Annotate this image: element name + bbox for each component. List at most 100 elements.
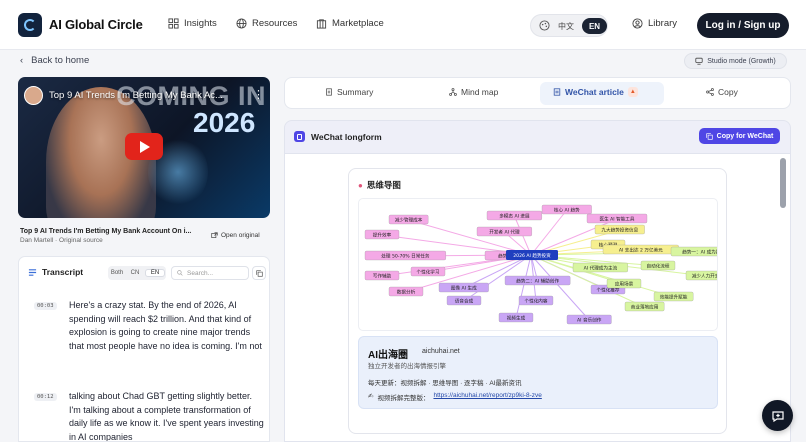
svg-text:核心 AI 趋势: 核心 AI 趋势 [554, 207, 580, 214]
transcript-header: Transcript [28, 267, 83, 277]
brand-name[interactable]: AI Global Circle [49, 17, 143, 32]
pencil-icon: ✍ [368, 393, 374, 400]
mindmap-node: AI 支出达 2 万亿美元 [602, 244, 679, 255]
svg-text:减少管理成本: 减少管理成本 [395, 217, 423, 224]
video-player[interactable]: COMING IN 2026 Top 9 AI Trends I'm Betti… [18, 77, 270, 218]
transcript-panel: Transcript Both CN EN Search... 00:03 He… [18, 256, 270, 442]
share-icon [706, 88, 714, 96]
copy-for-wechat-label: Copy for WeChat [716, 132, 774, 140]
play-button[interactable] [125, 133, 163, 160]
timestamp[interactable]: 00:03 [34, 302, 57, 310]
transcript-copy-button[interactable] [252, 266, 266, 280]
mindmap-node: 写作辅助 [364, 270, 400, 281]
copy-icon [255, 269, 263, 277]
mindmap-image[interactable]: 核心 AI 趋势医生 AI 智能工具 多模态 AI 进展开发者 AI 代理 减少管理… [358, 198, 718, 331]
tab-copy[interactable]: Copy [706, 87, 738, 97]
transcript-title: Transcript [42, 267, 84, 277]
svg-text:AI 代理成为主流: AI 代理成为主流 [584, 265, 618, 272]
svg-text:2026 AI 趋势投资: 2026 AI 趋势投资 [513, 252, 551, 259]
promo-link-row: ✍ 视频拆解完整版： https://aichuhai.net/report/z… [368, 392, 542, 402]
globe-icon [236, 18, 247, 29]
logo-icon[interactable] [18, 13, 42, 37]
thumbnail-year: 2026 [193, 107, 256, 138]
svg-text:数据分析: 数据分析 [397, 289, 416, 296]
back-to-home-link[interactable]: ‹ Back to home [20, 55, 89, 66]
library-link[interactable]: Library [632, 18, 677, 29]
video-overlay-title[interactable]: Top 9 AI Trends I'm Betting My Bank Ac..… [49, 90, 223, 101]
nav-insights[interactable]: Insights [168, 18, 217, 29]
list-icon [28, 268, 37, 276]
transcript-line[interactable]: 00:12 talking about Chad GBT getting sli… [34, 390, 264, 441]
open-original-link[interactable]: Open original [211, 232, 260, 239]
mindmap-node: 减少人力开支 [685, 270, 718, 281]
svg-text:趋势二：AI 辅助创作: 趋势二：AI 辅助创作 [516, 278, 559, 285]
article-card: ● 思维导图 核心 AI 趋势医生 AI 智能工具 多模态 AI 进展开发者 AI… [348, 168, 727, 434]
mindmap-node: 开发者 AI 代理 [476, 226, 532, 237]
user-circle-icon [632, 18, 643, 29]
more-options-icon[interactable]: ⋮ [253, 88, 264, 101]
svg-text:开发者 AI 代理: 开发者 AI 代理 [489, 229, 520, 236]
brain-icon: ● [358, 180, 363, 190]
mode-en[interactable]: EN [145, 269, 165, 277]
mindmap-node: 数据分析 [388, 286, 424, 297]
tab-mind-map-label: Mind map [461, 87, 499, 97]
tab-summary[interactable]: Summary [325, 87, 373, 97]
svg-text:个性化内容: 个性化内容 [525, 298, 548, 305]
mindmap-node: 个性化内容 [518, 295, 554, 306]
login-button[interactable]: Log in / Sign up [697, 13, 789, 38]
svg-text:图像 AI 生成: 图像 AI 生成 [451, 285, 477, 292]
mindmap-icon [449, 88, 457, 96]
promo-box: AI出海圈 aichuhai.net 独立开发者的出海情报引擎 每天更新：视频拆… [358, 336, 718, 409]
svg-text:自动化流程: 自动化流程 [647, 263, 670, 270]
transcript-line[interactable]: 00:03 Here's a crazy stat. By the end of… [34, 299, 264, 379]
tab-wechat-article-label: WeChat article [565, 87, 624, 97]
lang-en-option[interactable]: EN [582, 18, 607, 34]
mindmap-node: AI 音乐创作 [566, 314, 612, 325]
svg-text:提升效率: 提升效率 [373, 232, 392, 239]
mindmap-link [408, 219, 532, 256]
mindmap-node: AI 代理成为主流 [572, 262, 628, 273]
scrollbar-thumb[interactable] [780, 158, 786, 208]
mindmap-node: 商业落地应用 [624, 301, 665, 312]
mode-both[interactable]: Both [108, 270, 126, 276]
nav-marketplace[interactable]: Marketplace [316, 18, 384, 29]
lang-zh-option[interactable]: 中文 [558, 21, 574, 32]
promo-link-prefix: 视频拆解完整版： [377, 395, 430, 402]
mindmap-node: 个性化学习 [410, 266, 446, 277]
nav-insights-label: Insights [184, 18, 217, 29]
nav-resources[interactable]: Resources [236, 18, 297, 29]
svg-text:减少人力开支: 减少人力开支 [692, 273, 718, 280]
wechat-article-panel: WeChat longform Copy for WeChat ● 思维导图 核… [284, 120, 791, 442]
transcript-search-input[interactable]: Search... [171, 266, 249, 280]
mindmap-heading-text: 思维导图 [366, 180, 401, 190]
svg-text:医生 AI 智能工具: 医生 AI 智能工具 [600, 216, 635, 223]
channel-avatar[interactable] [24, 86, 43, 105]
chat-icon [771, 410, 784, 422]
studio-mode-button[interactable]: Studio mode (Growth) [684, 53, 787, 69]
tab-mind-map[interactable]: Mind map [449, 87, 498, 97]
article-body[interactable]: ● 思维导图 核心 AI 趋势医生 AI 智能工具 多模态 AI 进展开发者 AI… [285, 153, 790, 441]
transcript-mode-toggle[interactable]: Both CN EN [108, 266, 166, 280]
mindmap-node: 趋势二：AI 辅助创作 [504, 275, 571, 286]
play-icon [140, 140, 150, 153]
back-label: Back to home [31, 55, 90, 66]
mindmap-node: 图像 AI 生成 [438, 282, 489, 293]
svg-text:AI 支出达 2 万亿美元: AI 支出达 2 万亿美元 [619, 247, 663, 254]
chat-button[interactable] [762, 400, 793, 431]
copy-for-wechat-button[interactable]: Copy for WeChat [699, 128, 780, 144]
language-switcher[interactable]: 中文 EN [530, 14, 608, 37]
svg-text:多模态 AI 进展: 多模态 AI 进展 [499, 213, 530, 220]
mindmap-node: 核心 AI 趋势 [541, 204, 592, 215]
timestamp[interactable]: 00:12 [34, 393, 57, 401]
promo-link[interactable]: https://aichuhai.net/report/zp9ki-8-zve [433, 392, 541, 402]
svg-text:商业落地应用: 商业落地应用 [631, 304, 659, 311]
video-caption: Top 9 AI Trends I'm Betting My Bank Acco… [20, 228, 192, 235]
transcript-text: Here's a crazy stat. By the end of 2026,… [69, 300, 262, 351]
svg-text:应用场景: 应用场景 [615, 281, 634, 288]
svg-text:写作辅助: 写作辅助 [373, 273, 392, 280]
mode-cn[interactable]: CN [126, 270, 144, 276]
tab-wechat-article[interactable]: WeChat article ▲ [553, 87, 638, 97]
mindmap-node: 处理 50-70% 日常任务 [364, 250, 446, 261]
video-source: Dan Martell · Original source [20, 237, 103, 244]
mindmap-link [515, 254, 532, 319]
